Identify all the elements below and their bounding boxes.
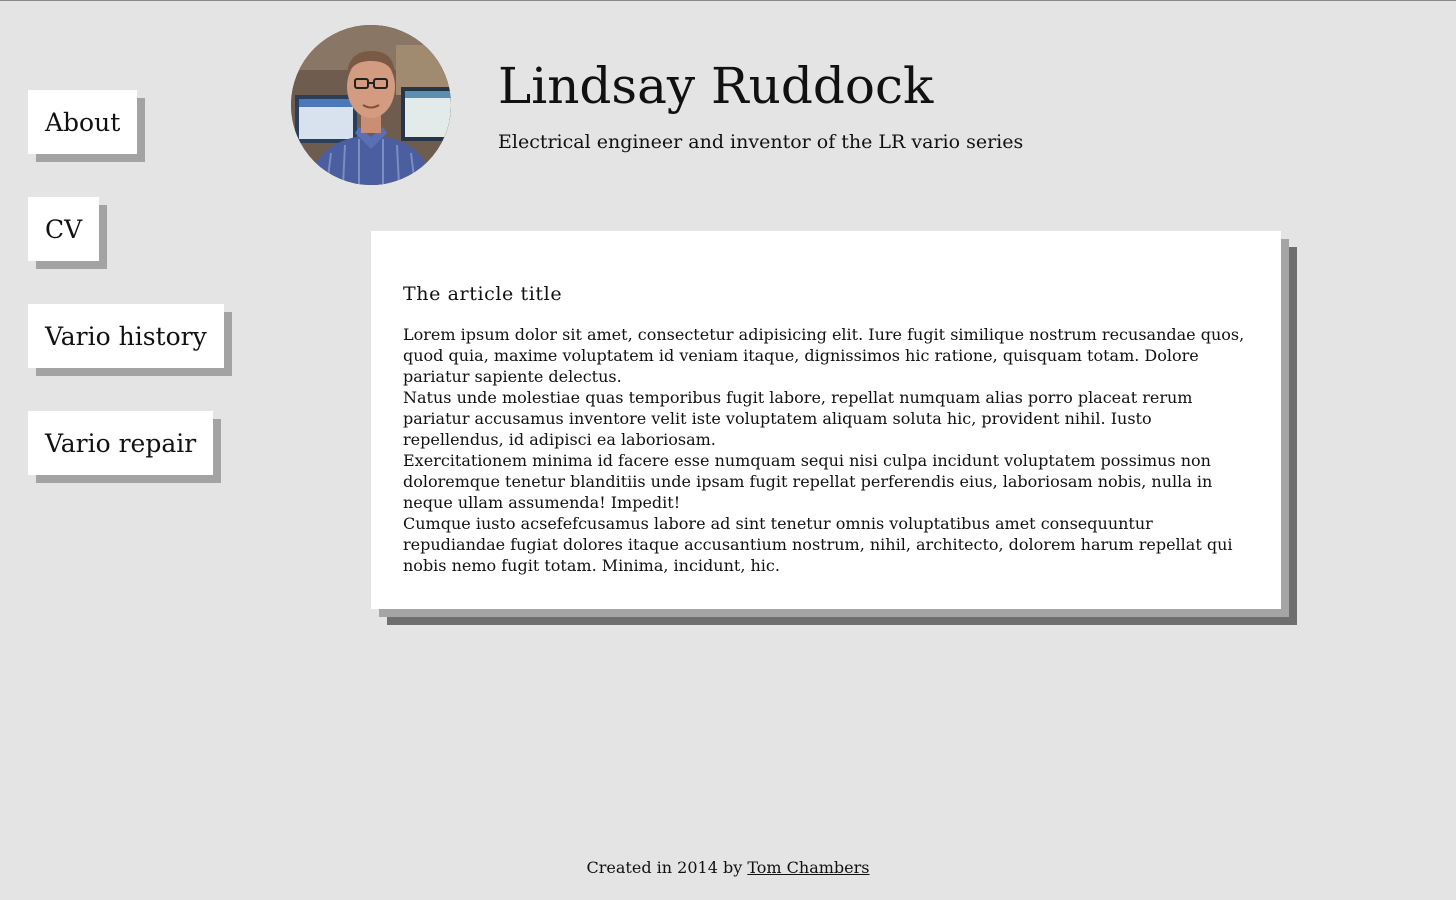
nav-item-vario-history[interactable]: Vario history [28,304,224,368]
footer-author-link[interactable]: Tom Chambers [747,858,869,877]
article-paragraph: Lorem ipsum dolor sit amet, consectetur … [403,324,1245,386]
nav-item-cv[interactable]: CV [28,197,100,261]
article-card: The article title Lorem ipsum dolor sit … [371,231,1281,609]
portrait-photo [291,25,451,185]
article-paragraph: Exercitationem minima id facere esse num… [403,450,1213,512]
article-paragraph: Natus unde molestiae quas temporibus fug… [403,387,1193,449]
article-paragraph: Cumque iusto acsefefcusamus labore ad si… [403,513,1233,575]
avatar [291,25,451,185]
nav-item-vario-repair[interactable]: Vario repair [28,411,214,475]
article-title: The article title [403,283,563,305]
page-title: Lindsay Ruddock [498,57,934,115]
article-body: Lorem ipsum dolor sit amet, consectetur … [403,324,1249,576]
page-footer: Created in 2014 by Tom Chambers [0,858,1456,878]
nav-item-about[interactable]: About [28,90,138,154]
page-subtitle: Electrical engineer and inventor of the … [498,131,1024,153]
footer-text: Created in 2014 by [586,858,748,877]
